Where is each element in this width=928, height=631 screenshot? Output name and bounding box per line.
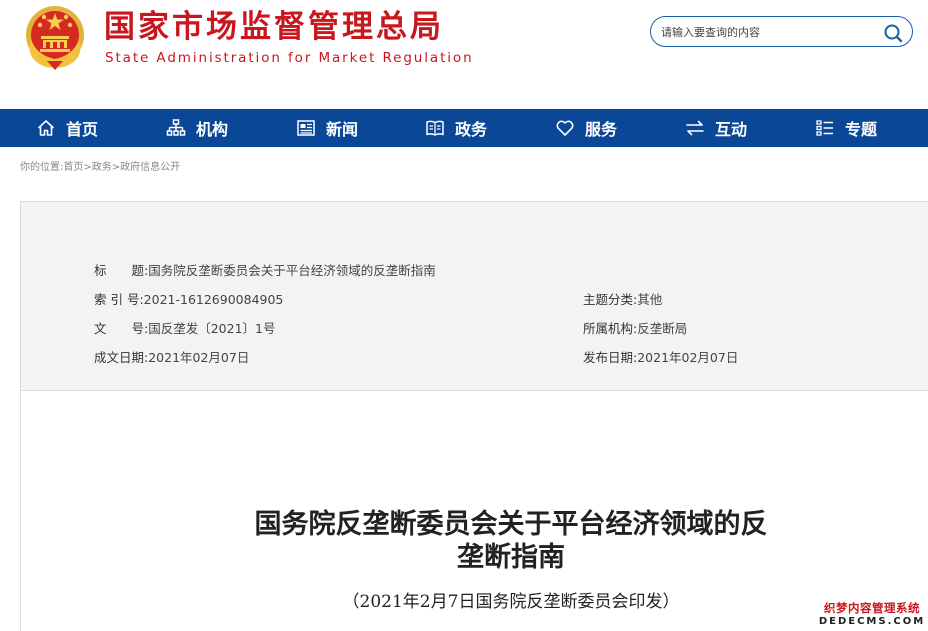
info-topic-row: 主题分类:其他 <box>583 289 662 308</box>
search-box <box>650 16 913 47</box>
breadcrumb-gov-link[interactable]: 政务 <box>92 162 112 173</box>
info-title-label: 标 题: <box>94 263 149 278</box>
search-icon[interactable] <box>882 22 904 44</box>
info-publish-label: 发布日期: <box>583 350 638 365</box>
article-title: 国务院反垄断委员会关于平台经济领域的反 垄断指南 <box>191 508 831 574</box>
nav-label-home: 首页 <box>66 120 99 139</box>
info-org-row: 所属机构:反垄断局 <box>583 318 687 337</box>
info-topic-value: 其他 <box>637 292 663 307</box>
government-book-icon <box>426 120 444 136</box>
article-title-line1: 国务院反垄断委员会关于平台经济领域的反 <box>254 509 768 540</box>
info-title-value: 国务院反垄断委员会关于平台经济领域的反垄断指南 <box>148 263 436 278</box>
nav-item-home[interactable]: 首页 <box>36 109 98 147</box>
nav-item-service[interactable]: 服务 <box>555 109 617 147</box>
info-index-value: 2021-1612690084905 <box>143 292 284 307</box>
watermark-cn: 织梦内容管理系统 <box>824 601 920 615</box>
breadcrumb-separator: > <box>111 162 121 173</box>
site-subtitle: State Administration for Market Regulati… <box>105 50 474 66</box>
heart-icon <box>556 120 574 136</box>
nav-label-interact: 互动 <box>715 120 748 139</box>
national-emblem-icon[interactable] <box>22 3 88 71</box>
info-index-label: 索 引 号: <box>94 292 144 307</box>
home-icon <box>37 120 55 136</box>
nav-label-topic: 专题 <box>845 120 878 139</box>
exchange-arrows-icon <box>686 120 704 136</box>
article-subtitle: （2021年2月7日国务院反垄断委员会印发） <box>342 592 680 612</box>
nav-label-org: 机构 <box>196 120 229 139</box>
info-publish-value: 2021年02月07日 <box>637 350 739 365</box>
breadcrumb-info-link[interactable]: 政府信息公开 <box>120 162 180 173</box>
article-title-line2: 垄断指南 <box>457 542 565 573</box>
info-docno-row: 文 号:国反垄发〔2021〕1号 <box>94 318 275 337</box>
news-icon <box>297 120 315 136</box>
site-title[interactable]: 国家市场监督管理总局 <box>104 6 444 48</box>
info-docno-label: 文 号: <box>94 321 149 336</box>
article-body: 国务院反垄断委员会关于平台经济领域的反 垄断指南 （2021年2月7日国务院反垄… <box>20 391 928 631</box>
topic-list-icon <box>816 120 833 136</box>
document-info-box: 标 题:国务院反垄断委员会关于平台经济领域的反垄断指南 索 引 号:2021-1… <box>20 201 928 391</box>
info-org-value: 反垄断局 <box>637 321 688 336</box>
nav-label-service: 服务 <box>585 120 618 139</box>
nav-label-gov: 政务 <box>455 120 488 139</box>
nav-label-news: 新闻 <box>326 120 359 139</box>
nav-item-gov[interactable]: 政务 <box>425 109 487 147</box>
info-title-row: 标 题:国务院反垄断委员会关于平台经济领域的反垄断指南 <box>94 260 436 279</box>
info-written-value: 2021年02月07日 <box>148 350 250 365</box>
search-input[interactable] <box>661 23 871 41</box>
info-org-label: 所属机构: <box>583 321 638 336</box>
main-nav: 首页 机构 新闻 政务 服务 互动 专题 <box>0 109 928 147</box>
info-written-row: 成文日期:2021年02月07日 <box>94 347 249 366</box>
info-index-row: 索 引 号:2021-1612690084905 <box>94 289 283 308</box>
watermark: 织梦内容管理系统 DEDECMS.COM <box>818 600 926 627</box>
breadcrumb-prefix: 你的位置: <box>20 162 64 173</box>
info-topic-label: 主题分类: <box>583 292 638 307</box>
breadcrumb-home-link[interactable]: 首页 <box>63 162 83 173</box>
breadcrumb-separator: > <box>83 162 92 173</box>
site-header: 国家市场监督管理总局 State Administration for Mark… <box>0 0 928 109</box>
nav-item-interact[interactable]: 互动 <box>685 109 747 147</box>
watermark-en: DEDECMS.COM <box>818 616 926 627</box>
breadcrumb: 你的位置:首页>政务>政府信息公开 <box>20 158 180 173</box>
info-docno-value: 国反垄发〔2021〕1号 <box>148 321 276 336</box>
nav-item-org[interactable]: 机构 <box>166 109 228 147</box>
nav-item-news[interactable]: 新闻 <box>296 109 358 147</box>
info-publish-row: 发布日期:2021年02月07日 <box>583 347 738 366</box>
nav-item-topic[interactable]: 专题 <box>815 109 877 147</box>
org-chart-icon <box>166 119 186 136</box>
info-written-label: 成文日期: <box>94 350 149 365</box>
